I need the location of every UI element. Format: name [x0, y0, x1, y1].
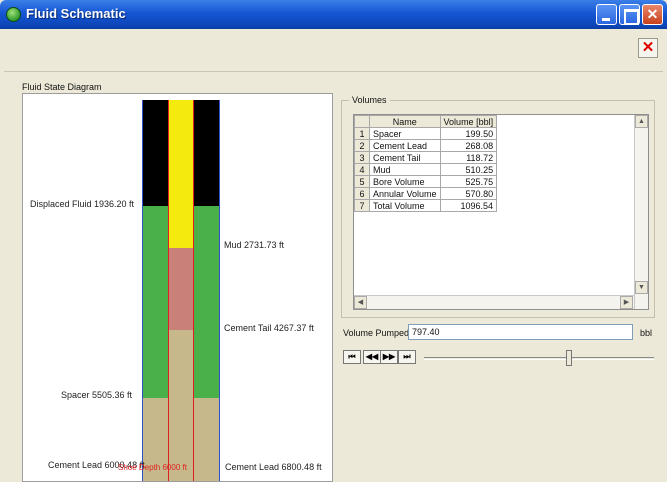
close-diagram-button[interactable]: ✕: [638, 38, 658, 58]
row-index: 5: [354, 175, 370, 188]
row-name[interactable]: Cement Lead: [369, 139, 441, 152]
scroll-up-icon[interactable]: ▲: [635, 115, 648, 128]
row-volume[interactable]: 525.75: [439, 175, 498, 188]
volume-pumped-unit: bbl: [640, 328, 653, 338]
volume-pumped-label: Volume Pumped: [343, 328, 410, 338]
row-index: 3: [354, 151, 370, 164]
maximize-button[interactable]: [619, 4, 640, 25]
pump-progress-slider[interactable]: [420, 348, 658, 368]
close-icon: ✕: [646, 6, 659, 22]
diagram-section-label: Fluid State Diagram: [22, 82, 102, 92]
label-cement-tail: Cement Tail 4267.37 ft: [224, 323, 314, 333]
annulus-right-column: [194, 100, 220, 481]
last-frame-button[interactable]: ⏭: [398, 350, 416, 364]
volume-pumped-field[interactable]: [408, 324, 633, 340]
scroll-down-icon[interactable]: ▼: [635, 281, 648, 294]
window-close-button[interactable]: ✕: [642, 4, 663, 25]
column-header-volume[interactable]: Volume [bbl]: [439, 115, 498, 128]
bore-column: [168, 100, 194, 481]
annulus-left-column: [142, 100, 168, 481]
row-name[interactable]: Bore Volume: [369, 175, 441, 188]
table-row[interactable]: 5 Bore Volume 525.75: [354, 175, 498, 188]
fluid-state-diagram: Displaced Fluid 1936.20 ft Mud 2731.73 f…: [22, 93, 333, 482]
table-row[interactable]: 3 Cement Tail 118.72: [354, 151, 498, 164]
first-frame-button[interactable]: ⏮: [343, 350, 361, 364]
table-row[interactable]: 1 Spacer 199.50: [354, 127, 498, 140]
row-index: 4: [354, 163, 370, 176]
scroll-left-icon[interactable]: ◀: [354, 296, 367, 309]
table-row[interactable]: 4 Mud 510.25: [354, 163, 498, 176]
row-name[interactable]: Cement Tail: [369, 151, 441, 164]
row-name[interactable]: Spacer: [369, 127, 441, 140]
vertical-scrollbar[interactable]: ▲ ▼: [634, 115, 648, 309]
column-header-name[interactable]: Name: [369, 115, 441, 128]
slider-thumb[interactable]: [565, 350, 572, 366]
label-shoe-depth: Shoe Depth 6000 ft: [118, 463, 187, 472]
row-name[interactable]: Annular Volume: [369, 187, 441, 200]
label-mud: Mud 2731.73 ft: [224, 240, 285, 250]
minimize-button[interactable]: [596, 4, 617, 25]
label-displaced-fluid: Displaced Fluid 1936.20 ft: [30, 199, 135, 209]
previous-frame-button[interactable]: ◀◀: [363, 350, 381, 364]
title-bar: Fluid Schematic ✕: [0, 0, 667, 29]
horizontal-scrollbar[interactable]: ◀ ▶: [354, 295, 634, 309]
table-row[interactable]: 2 Cement Lead 268.08: [354, 139, 498, 152]
row-index: 7: [354, 199, 370, 212]
label-cement-lead-right: Cement Lead 6800.48 ft: [225, 462, 322, 472]
row-index: 1: [354, 127, 370, 140]
scroll-right-icon[interactable]: ▶: [620, 296, 633, 309]
app-icon: [6, 7, 21, 22]
row-index: 6: [354, 187, 370, 200]
volumes-legend: Volumes: [349, 95, 390, 105]
row-volume[interactable]: 268.08: [439, 139, 498, 152]
table-row[interactable]: 7 Total Volume 1096.54: [354, 199, 498, 212]
label-spacer: Spacer 5505.36 ft: [61, 390, 133, 400]
corner-header: [354, 115, 370, 128]
row-volume[interactable]: 199.50: [439, 127, 498, 140]
row-name[interactable]: Total Volume: [369, 199, 441, 212]
next-frame-button[interactable]: ▶▶: [380, 350, 398, 364]
slider-track: [424, 357, 654, 360]
table-row[interactable]: 6 Annular Volume 570.80: [354, 187, 498, 200]
window-title: Fluid Schematic: [26, 6, 126, 21]
row-name[interactable]: Mud: [369, 163, 441, 176]
row-volume[interactable]: 510.25: [439, 163, 498, 176]
row-index: 2: [354, 139, 370, 152]
volumes-table[interactable]: Name Volume [bbl] 1 Spacer 199.50 2 Cement …: [353, 114, 649, 310]
row-volume[interactable]: 1096.54: [439, 199, 498, 212]
toolbar: ✕: [4, 30, 663, 72]
row-volume[interactable]: 118.72: [439, 151, 498, 164]
row-volume[interactable]: 570.80: [439, 187, 498, 200]
